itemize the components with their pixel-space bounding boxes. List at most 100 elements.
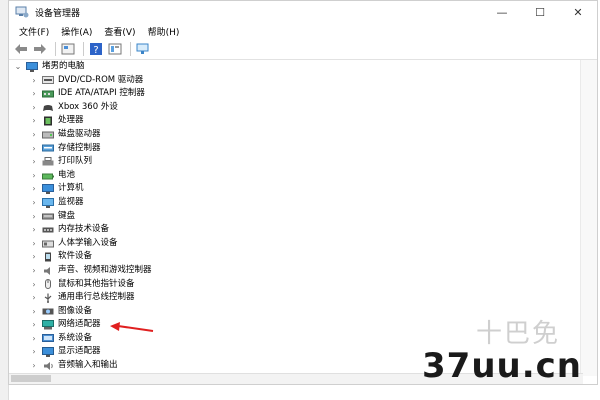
tree-item[interactable]: › 磁盘驱动器 [9, 128, 579, 142]
watermark-logo: 37uu.cn [422, 346, 582, 386]
chevron-right-icon[interactable]: › [29, 89, 39, 99]
battery-icon [42, 171, 54, 181]
tree-item[interactable]: › 处理器 [9, 114, 579, 128]
tree-item[interactable]: › 人体学输入设备 [9, 237, 579, 251]
tree-item[interactable]: › 打印队列 [9, 155, 579, 169]
memory-device-icon [42, 225, 54, 235]
tree-item-label: 鼠标和其他指针设备 [58, 278, 135, 289]
tree-item-label: Xbox 360 外设 [58, 101, 118, 112]
chevron-right-icon[interactable]: › [29, 252, 39, 262]
tree-item-label: 软件设备 [58, 251, 93, 262]
mouse-icon [42, 279, 54, 290]
toolbar-separator [130, 42, 131, 56]
chevron-right-icon[interactable]: › [29, 279, 39, 289]
system-device-icon [42, 333, 54, 344]
scrollbar-thumb[interactable] [11, 375, 51, 382]
network-adapter-icon [42, 320, 54, 330]
tree-item[interactable]: › 监视器 [9, 196, 579, 210]
chevron-right-icon[interactable]: › [29, 211, 39, 221]
tree-item-label: 系统设备 [58, 332, 93, 343]
tree-item-label: 计算机 [58, 183, 84, 194]
hid-icon [42, 239, 54, 249]
chevron-down-icon[interactable]: ⌄ [13, 62, 23, 72]
tree-item-label: 图像设备 [58, 305, 93, 316]
tree-root-label: 堵男的电脑 [42, 61, 85, 71]
tree-item[interactable]: › 软件设备 [9, 250, 579, 264]
tree-item[interactable]: › 存储控制器 [9, 142, 579, 156]
toolbar: ? [9, 39, 597, 60]
tree-item-label: 显示适配器 [58, 346, 101, 357]
chevron-right-icon[interactable]: › [29, 103, 39, 113]
chevron-right-icon[interactable]: › [29, 143, 39, 153]
tree-item[interactable]: › 键盘 [9, 210, 579, 224]
display-adapter-icon [42, 347, 54, 358]
back-arrow-icon[interactable] [13, 41, 29, 57]
tree-item[interactable]: › 计算机 [9, 182, 579, 196]
tree-item-label: 声音、视频和游戏控制器 [58, 264, 152, 275]
processor-icon [42, 116, 54, 126]
chevron-right-icon[interactable]: › [29, 116, 39, 126]
tree-item[interactable]: › 内存技术设备 [9, 223, 579, 237]
chevron-right-icon[interactable]: › [29, 171, 39, 181]
tree-item-label: 音频输入和输出 [58, 360, 118, 371]
chevron-right-icon[interactable]: › [29, 266, 39, 276]
chevron-right-icon[interactable]: › [29, 334, 39, 344]
toolbar-separator [55, 42, 56, 56]
chevron-right-icon[interactable]: › [29, 225, 39, 235]
tree-item[interactable]: › 通用串行总线控制器 [9, 291, 579, 305]
gamepad-icon [42, 103, 54, 113]
help-icon[interactable]: ? [88, 41, 104, 57]
menu-action[interactable]: 操作(A) [55, 25, 98, 38]
chevron-right-icon[interactable]: › [29, 293, 39, 303]
monitor-icon [42, 197, 54, 208]
tree-item[interactable]: › 电池 [9, 169, 579, 183]
chevron-right-icon[interactable]: › [29, 239, 39, 249]
menu-view[interactable]: 查看(V) [98, 25, 141, 38]
minimize-button[interactable]: — [483, 1, 521, 23]
chevron-right-icon[interactable]: › [29, 198, 39, 208]
scan-hardware-icon[interactable] [135, 41, 151, 57]
tree-item-label: 处理器 [58, 115, 84, 126]
red-arrow-annotation [110, 322, 154, 332]
vertical-scrollbar[interactable] [580, 60, 597, 376]
tree-item-label: 键盘 [58, 210, 76, 221]
tree-item[interactable]: › Xbox 360 外设 [9, 101, 579, 115]
chevron-right-icon[interactable]: › [29, 361, 39, 371]
tree-root[interactable]: ⌄ 堵男的电脑 [9, 60, 579, 74]
printer-icon [42, 156, 54, 167]
camera-icon [42, 306, 54, 316]
chevron-right-icon[interactable]: › [29, 75, 39, 85]
menu-file[interactable]: 文件(F) [13, 25, 55, 38]
tree-item-label: DVD/CD-ROM 驱动器 [58, 74, 144, 85]
toolbar-separator [83, 42, 84, 56]
tree-item-label: 内存技术设备 [58, 224, 110, 235]
speaker-icon [42, 266, 54, 276]
chevron-right-icon[interactable]: › [29, 320, 39, 330]
tree-item-label: 网络适配器 [58, 319, 101, 330]
chevron-right-icon[interactable]: › [29, 347, 39, 357]
properties-icon[interactable] [60, 41, 76, 57]
window-title: 设备管理器 [35, 8, 81, 19]
watermark-chinese: 十巴免 [475, 319, 560, 349]
computer-icon [42, 184, 54, 195]
chevron-right-icon[interactable]: › [29, 306, 39, 316]
tree-item[interactable]: › 声音、视频和游戏控制器 [9, 264, 579, 278]
tree-item[interactable]: › 鼠标和其他指针设备 [9, 278, 579, 292]
tree-item[interactable]: › DVD/CD-ROM 驱动器 [9, 74, 579, 88]
chevron-right-icon[interactable]: › [29, 184, 39, 194]
forward-arrow-icon[interactable] [32, 41, 48, 57]
menu-help[interactable]: 帮助(H) [142, 25, 186, 38]
tree-item-label: 人体学输入设备 [58, 237, 118, 248]
disk-drive-icon [42, 130, 54, 140]
tree-item-label: IDE ATA/ATAPI 控制器 [58, 88, 145, 99]
menu-bar: 文件(F) 操作(A) 查看(V) 帮助(H) [9, 23, 597, 39]
chevron-right-icon[interactable]: › [29, 130, 39, 140]
close-button[interactable]: ✕ [559, 1, 597, 23]
view-list-icon[interactable] [107, 41, 123, 57]
chevron-right-icon[interactable]: › [29, 157, 39, 167]
tree-item[interactable]: › IDE ATA/ATAPI 控制器 [9, 87, 579, 101]
usb-icon [42, 293, 54, 303]
tree-item-label: 打印队列 [58, 156, 93, 167]
tree-item-label: 磁盘驱动器 [58, 128, 101, 139]
maximize-button[interactable]: ☐ [521, 1, 559, 23]
